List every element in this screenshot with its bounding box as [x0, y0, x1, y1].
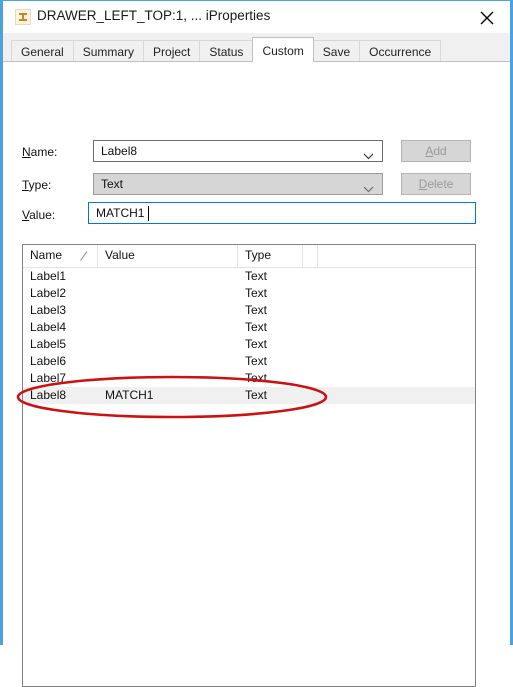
name-combobox-value: Label8	[101, 144, 138, 158]
add-button[interactable]: Add	[401, 140, 471, 162]
cell-type: Text	[245, 286, 268, 300]
cell-name: Label3	[30, 303, 67, 317]
value-label-suffix: alue:	[29, 208, 56, 222]
inventor-iproperties-icon	[15, 9, 31, 25]
column-header-type[interactable]: Type	[238, 245, 303, 267]
value-input[interactable]	[88, 202, 476, 224]
cell-type: Text	[245, 337, 268, 351]
tab-save[interactable]: Save	[312, 40, 361, 61]
column-header-value[interactable]: Value	[98, 245, 238, 267]
cell-value: MATCH1	[105, 388, 154, 402]
table-row[interactable]: Label3 Text	[23, 302, 475, 319]
delete-label-suffix: elete	[427, 177, 454, 191]
cell-name: Label8	[30, 388, 67, 402]
column-header-spacer-1[interactable]	[303, 245, 318, 267]
cell-type: Text	[245, 354, 268, 368]
window-title: DRAWER_LEFT_TOP:1, ... iProperties	[37, 8, 271, 23]
cell-type: Text	[245, 320, 268, 334]
delete-button[interactable]: Delete	[401, 173, 471, 195]
table-row[interactable]: Label5 Text	[23, 336, 475, 353]
name-combobox[interactable]: Label8	[93, 140, 383, 162]
tab-list: General Summary Project Status Custom Sa…	[11, 37, 442, 62]
cell-name: Label7	[30, 371, 67, 385]
name-accel-char: N	[22, 145, 31, 159]
column-header-spacer-2[interactable]	[318, 245, 475, 267]
tab-occurrence[interactable]: Occurrence	[359, 40, 442, 61]
tab-project[interactable]: Project	[143, 40, 201, 61]
chevron-down-icon	[363, 182, 374, 196]
cell-name: Label2	[30, 286, 67, 300]
cell-type: Text	[245, 388, 268, 402]
table-row[interactable]: Label7 Text	[23, 370, 475, 387]
type-combobox[interactable]: Text	[93, 173, 383, 195]
sort-ascending-icon	[79, 250, 89, 262]
cell-type: Text	[245, 269, 268, 283]
name-label-suffix: ame:	[30, 145, 58, 159]
cell-name: Label5	[30, 337, 67, 351]
close-button[interactable]	[465, 1, 510, 32]
type-label-suffix: ype:	[28, 178, 52, 192]
delete-accel-char: D	[418, 177, 428, 191]
type-field-label: Type:	[22, 178, 51, 192]
cell-name: Label6	[30, 354, 67, 368]
text-cursor	[148, 206, 149, 221]
custom-properties-list[interactable]: Name Value Type Label1 Text Label2 Text …	[22, 244, 476, 687]
table-row[interactable]: Label6 Text	[23, 353, 475, 370]
table-row[interactable]: Label2 Text	[23, 285, 475, 302]
tab-summary[interactable]: Summary	[72, 40, 145, 61]
value-field-label: Value:	[22, 208, 55, 222]
tab-status[interactable]: Status	[199, 40, 254, 61]
name-field-label: Name:	[22, 145, 57, 159]
cell-name: Label1	[30, 269, 67, 283]
add-label-suffix: dd	[433, 144, 447, 158]
cell-type: Text	[245, 303, 268, 317]
table-row[interactable]: Label1 Text	[23, 268, 475, 285]
tab-general[interactable]: General	[11, 40, 74, 61]
chevron-down-icon	[363, 149, 374, 163]
list-header-row: Name Value Type	[23, 245, 475, 268]
table-row-selected[interactable]: Label8 MATCH1 Text	[23, 387, 475, 404]
custom-properties-panel: Name: Label8 Add Type: Text Delete Value…	[3, 61, 510, 687]
dialog-window: DRAWER_LEFT_TOP:1, ... iProperties Gener…	[0, 0, 513, 687]
tab-custom[interactable]: Custom	[252, 37, 314, 62]
type-accel-char: T	[22, 178, 29, 192]
window-inner: DRAWER_LEFT_TOP:1, ... iProperties Gener…	[3, 1, 510, 687]
cell-name: Label4	[30, 320, 67, 334]
list-body: Label1 Text Label2 Text Label3 Text Labe…	[23, 268, 475, 404]
type-combobox-value: Text	[101, 177, 124, 191]
table-row[interactable]: Label4 Text	[23, 319, 475, 336]
tab-strip: General Summary Project Status Custom Sa…	[3, 33, 510, 62]
cell-type: Text	[245, 371, 268, 385]
close-icon	[480, 11, 494, 25]
title-bar: DRAWER_LEFT_TOP:1, ... iProperties	[3, 1, 510, 34]
